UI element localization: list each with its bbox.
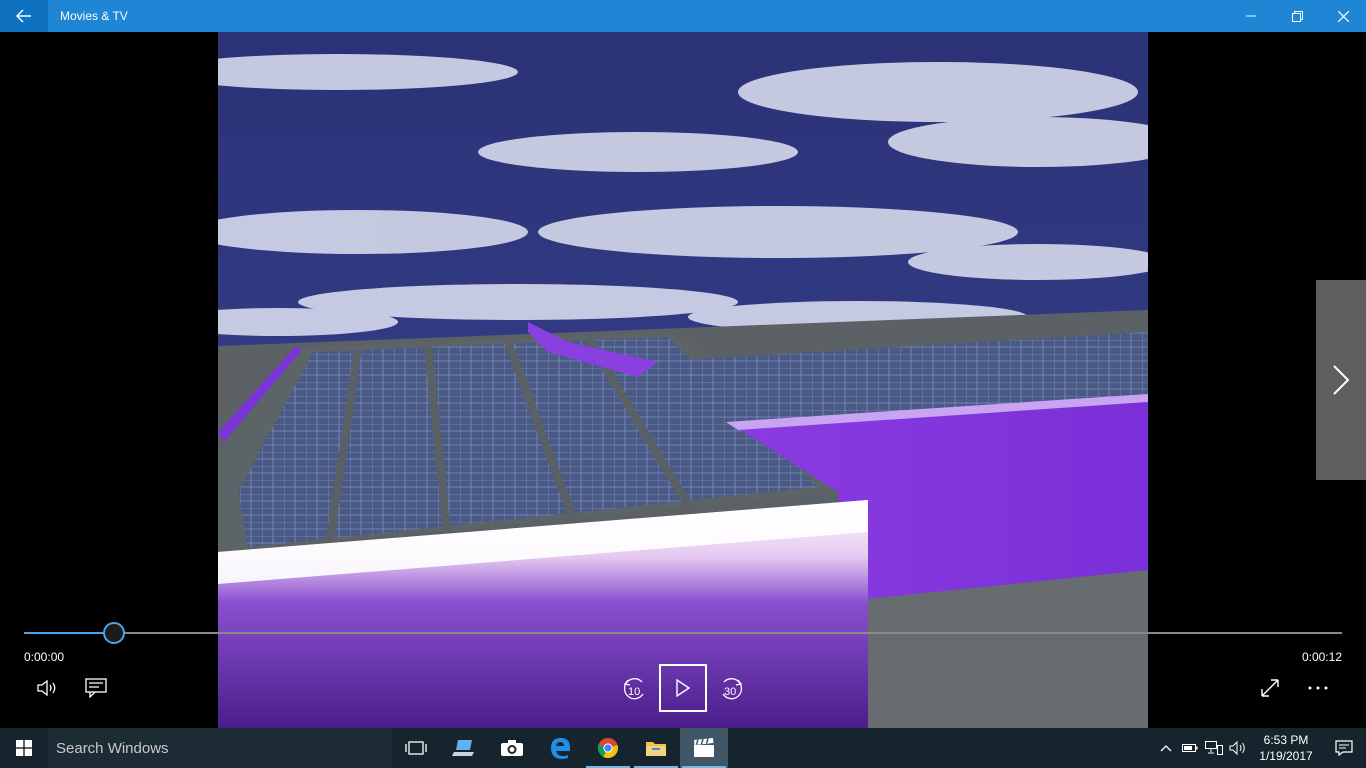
windows-logo-icon xyxy=(16,740,32,756)
elapsed-time: 0:00:00 xyxy=(24,650,65,664)
taskbar-app-camera[interactable] xyxy=(488,728,536,768)
full-screen-button[interactable] xyxy=(1254,672,1286,704)
volume-icon xyxy=(37,679,56,697)
total-duration: 0:00:12 xyxy=(1301,650,1342,664)
minimize-icon xyxy=(1246,15,1256,17)
seek-bar[interactable] xyxy=(24,622,1342,644)
search-box[interactable]: Search Windows xyxy=(48,728,392,768)
close-button[interactable] xyxy=(1320,0,1366,32)
back-button[interactable] xyxy=(0,0,48,32)
skip-forward-label: 30 xyxy=(724,686,737,698)
speaker-icon xyxy=(1229,741,1245,755)
start-button[interactable] xyxy=(0,728,48,768)
close-icon xyxy=(1337,10,1349,22)
play-icon xyxy=(676,679,691,697)
taskbar-app-laptop[interactable] xyxy=(440,728,488,768)
more-options-button[interactable] xyxy=(1302,672,1334,704)
more-icon xyxy=(1308,686,1328,690)
title-bar: Movies & TV xyxy=(0,0,1366,32)
captions-button[interactable] xyxy=(80,672,112,704)
skip-forward-button[interactable]: 30 xyxy=(714,672,748,706)
chevron-up-icon xyxy=(1160,745,1172,752)
camera-icon xyxy=(501,740,523,756)
folder-icon xyxy=(646,742,666,756)
window-controls xyxy=(1228,0,1366,32)
clock[interactable]: 6:53 PM 1/19/2017 xyxy=(1250,732,1322,764)
chevron-right-icon xyxy=(1333,365,1350,395)
taskbar-app-movies-tv[interactable] xyxy=(680,728,728,768)
battery-icon xyxy=(1182,744,1198,752)
task-view-button[interactable] xyxy=(392,728,440,768)
clock-date: 1/19/2017 xyxy=(1259,749,1313,763)
clock-time: 6:53 PM xyxy=(1263,733,1309,747)
clapperboard-icon xyxy=(694,738,714,757)
taskbar-app-edge[interactable] xyxy=(536,728,584,768)
show-hidden-icons-button[interactable] xyxy=(1154,728,1178,768)
volume-button[interactable] xyxy=(32,672,64,704)
taskbar-app-file-explorer[interactable] xyxy=(632,728,680,768)
app-title: Movies & TV xyxy=(60,9,128,23)
skip-back-button[interactable]: 10 xyxy=(618,672,652,706)
network-button[interactable] xyxy=(1202,728,1226,768)
task-view-icon xyxy=(405,741,427,755)
taskbar-app-chrome[interactable] xyxy=(584,728,632,768)
back-arrow-icon xyxy=(16,9,31,23)
laptop-icon xyxy=(452,740,474,756)
network-icon xyxy=(1205,741,1223,755)
video-stage[interactable] xyxy=(0,32,1366,728)
next-video-button[interactable] xyxy=(1316,280,1366,480)
expand-icon xyxy=(1261,679,1279,697)
seek-bar-progress xyxy=(24,632,114,634)
skip-back-label: 10 xyxy=(628,686,641,698)
taskbar: Search Windows 6:53 PM 1/19/2017 xyxy=(0,728,1366,768)
system-tray: 6:53 PM 1/19/2017 xyxy=(1154,728,1366,768)
notification-icon xyxy=(1335,740,1353,756)
captions-icon xyxy=(85,678,107,698)
chrome-icon xyxy=(597,738,618,759)
restore-icon xyxy=(1291,10,1303,22)
action-center-button[interactable] xyxy=(1322,728,1366,768)
volume-tray-button[interactable] xyxy=(1226,728,1250,768)
video-frame[interactable] xyxy=(218,32,1148,728)
edge-icon xyxy=(551,738,570,759)
play-button[interactable] xyxy=(659,664,707,712)
battery-button[interactable] xyxy=(1178,728,1202,768)
minimize-button[interactable] xyxy=(1228,0,1274,32)
video-frame-image xyxy=(218,32,1148,728)
restore-button[interactable] xyxy=(1274,0,1320,32)
seek-thumb[interactable] xyxy=(102,622,125,644)
